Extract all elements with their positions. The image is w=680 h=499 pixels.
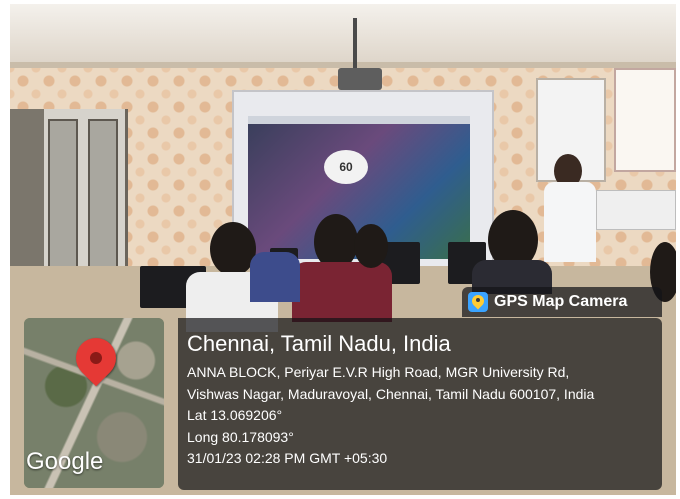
slide-badge-text: 60 <box>339 160 353 174</box>
gps-map-camera-label: GPS Map Camera <box>494 293 628 310</box>
student-shirt <box>250 252 300 302</box>
timestamp: 31/01/23 02:28 PM GMT +05:30 <box>187 450 388 466</box>
gps-map-camera-icon <box>468 292 488 312</box>
projector-mount <box>353 18 357 72</box>
longitude: Long 80.178093° <box>187 428 294 445</box>
presenter <box>544 182 596 262</box>
slide-browser-bar <box>248 116 470 124</box>
location-title: Chennai, Tamil Nadu, India <box>187 331 451 356</box>
address-line-2: Vishwas Nagar, Maduravoyal, Chennai, Tam… <box>187 385 595 402</box>
location-info-panel: Chennai, Tamil Nadu, India ANNA BLOCK, P… <box>178 318 662 490</box>
cupboard-panel <box>48 119 78 289</box>
slide-badge: 60 <box>324 150 368 184</box>
ceiling <box>10 4 676 66</box>
gps-map-camera-tag: GPS Map Camera <box>462 287 662 317</box>
wall-poster <box>614 68 676 172</box>
address-line-1: ANNA BLOCK, Periyar E.V.R High Road, MGR… <box>187 364 570 380</box>
map-thumbnail: Google <box>24 318 164 488</box>
student-head <box>354 224 388 268</box>
map-brand-logo: Google <box>26 448 104 475</box>
location-pin-center <box>90 352 102 364</box>
air-conditioner <box>596 190 676 230</box>
projector <box>338 68 382 90</box>
student-shirt <box>292 262 392 322</box>
cupboard-panel <box>88 119 118 289</box>
latitude: Lat 13.069206° <box>187 407 283 423</box>
